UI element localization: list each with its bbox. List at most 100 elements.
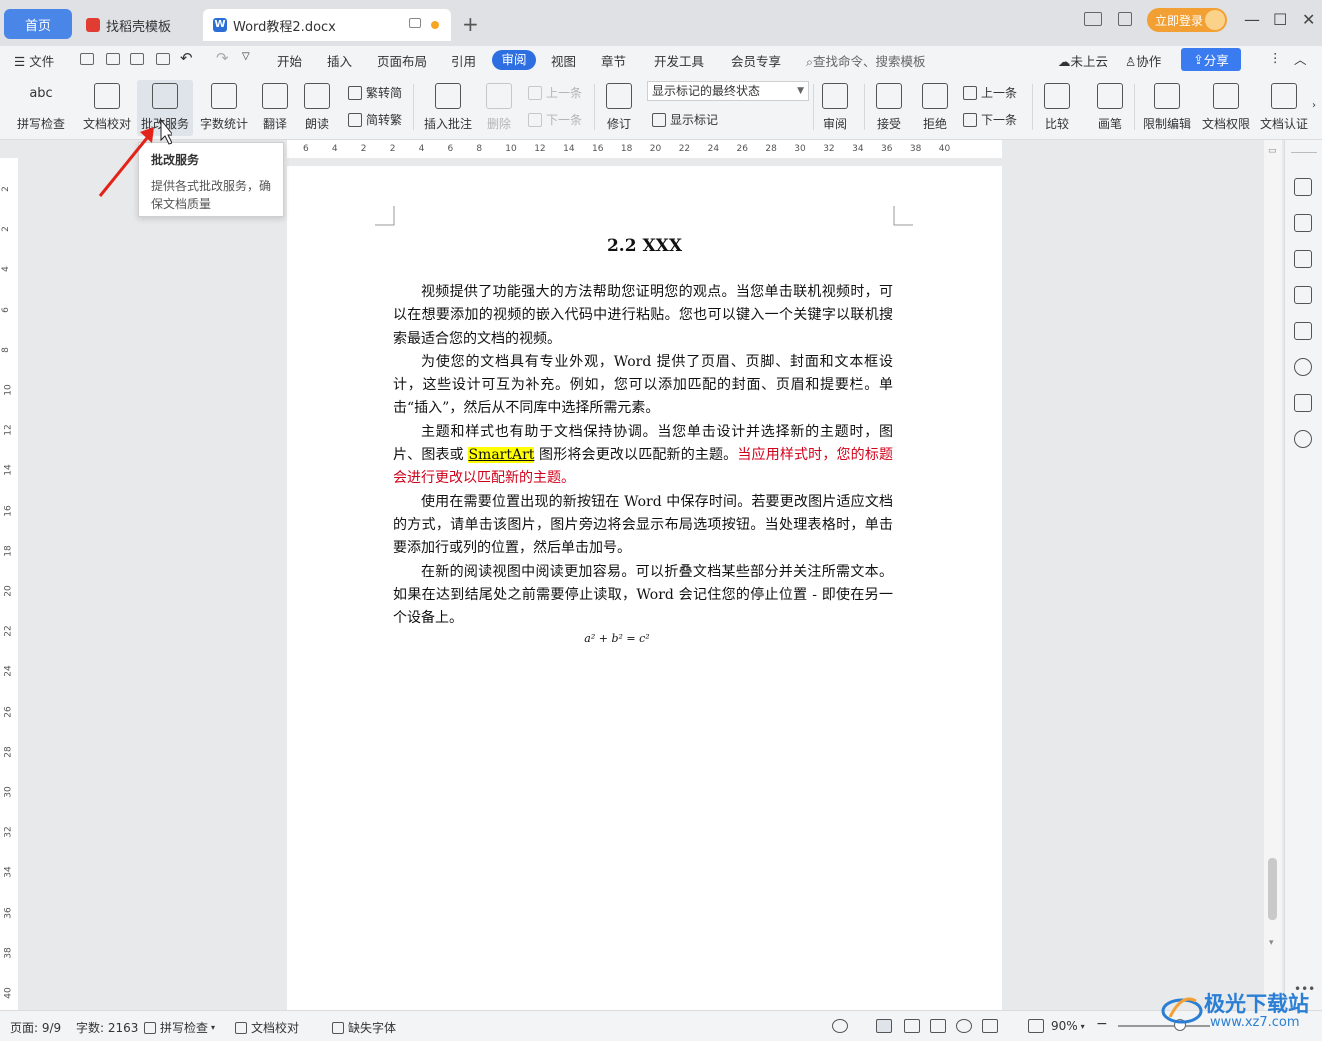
print-icon[interactable] <box>130 53 144 65</box>
export-pdf-icon[interactable] <box>106 53 120 65</box>
eye-protection-icon[interactable] <box>832 1019 848 1033</box>
zoom-out-button[interactable]: − <box>1096 1016 1108 1032</box>
reading-view-icon[interactable] <box>930 1019 946 1033</box>
doc-cert-button[interactable]: 文档认证 <box>1259 80 1309 136</box>
missing-font-indicator[interactable]: 缺失字体 <box>332 1019 396 1036</box>
command-search[interactable]: ⌕查找命令、搜索模板 <box>806 51 926 70</box>
new-tab-button[interactable]: + <box>462 12 479 36</box>
track-changes-button[interactable]: 修订 <box>600 80 638 136</box>
scroll-thumb[interactable] <box>1268 858 1277 920</box>
delete-comment-button[interactable]: 删除 <box>480 80 518 136</box>
trad-simp-label: 繁转简 <box>366 86 403 100</box>
ribbon-scroll-right-icon[interactable]: › <box>1312 100 1316 111</box>
grid-apps-icon[interactable] <box>1118 12 1132 26</box>
horizontal-ruler[interactable]: 6 4 2 2 4 6 8 10 12 14 16 18 20 22 24 26 28 30 32 34 36 38 40 <box>287 140 1002 158</box>
share-button[interactable]: ⇪ 分享 <box>1181 48 1241 71</box>
menu-developer[interactable]: 开发工具 <box>654 51 704 70</box>
vertical-scrollbar[interactable]: ▭ ▾ <box>1264 140 1282 1010</box>
pen-button[interactable]: 画笔 <box>1092 80 1128 136</box>
review-pane-button[interactable]: 审阅 <box>816 80 854 136</box>
maximize-icon[interactable]: ☐ <box>1273 10 1287 29</box>
redo-icon[interactable]: ↷ <box>216 49 229 67</box>
login-button[interactable]: 立即登录 <box>1147 8 1227 32</box>
avatar-icon <box>1205 10 1225 30</box>
status-spellcheck[interactable]: 拼写检查 ▾ <box>144 1019 215 1036</box>
monitor-icon[interactable] <box>409 18 421 28</box>
markup-state-select[interactable]: 显示标记的最终状态 ▼ <box>647 81 809 101</box>
book-icon[interactable] <box>1294 394 1312 412</box>
undo-icon[interactable]: ↶ <box>180 49 193 67</box>
prev-comment-label: 上一条 <box>546 86 583 100</box>
close-icon[interactable]: ✕ <box>1302 10 1315 29</box>
help-icon[interactable] <box>1294 430 1312 448</box>
menu-insert[interactable]: 插入 <box>327 51 352 70</box>
prev-comment-button[interactable]: 上一条 <box>528 84 582 101</box>
command-search-placeholder: 查找命令、搜索模板 <box>813 54 926 69</box>
translate-button[interactable]: 翻译 <box>256 80 294 136</box>
web-view-icon[interactable] <box>956 1019 972 1033</box>
simplified-to-traditional-button[interactable]: 简转繁 <box>348 111 402 128</box>
print-preview-icon[interactable] <box>156 53 170 65</box>
show-markup-button[interactable]: 显示标记 <box>652 111 718 128</box>
status-doc-proof-label: 文档校对 <box>251 1021 300 1035</box>
word-count-button[interactable]: 字数统计 <box>198 80 250 136</box>
image-tool-icon[interactable] <box>1294 322 1312 340</box>
rocket-icon[interactable] <box>1294 178 1312 196</box>
zoom-level-value: 90% <box>1051 1019 1078 1033</box>
collapse-ribbon-icon[interactable]: ︿ <box>1294 49 1307 68</box>
scroll-down-icon[interactable]: ▾ <box>1269 938 1274 948</box>
minimize-icon[interactable]: — <box>1244 10 1260 29</box>
file-menu[interactable]: ☰ 文件 <box>14 51 54 70</box>
prev-change-button[interactable]: 上一条 <box>963 84 1017 101</box>
compare-button[interactable]: 比较 <box>1038 80 1076 136</box>
ruler-tick-label: 24 <box>707 144 720 154</box>
pen-mode-icon[interactable] <box>982 1019 998 1033</box>
scroll-top-icon[interactable]: ▭ <box>1268 146 1277 156</box>
menu-view[interactable]: 视图 <box>551 51 576 70</box>
location-icon[interactable] <box>1294 358 1312 376</box>
document-page[interactable]: 2.2 XXX 视频提供了功能强大的方法帮助您证明您的观点。当您单击联机视频时，… <box>287 166 1002 1010</box>
status-doc-proof[interactable]: 文档校对 <box>235 1019 299 1036</box>
vertical-ruler[interactable]: 2 2 4 6 8 10 12 14 16 18 20 22 24 26 28 30 32 34 36 38 40 <box>0 158 18 1010</box>
menu-references[interactable]: 引用 <box>451 51 476 70</box>
margin-corner-mark <box>375 206 395 226</box>
tab-home[interactable]: 首页 <box>4 9 72 39</box>
tab-daoke-templates[interactable]: 找稻壳模板 <box>76 9 200 41</box>
insert-comment-button[interactable]: 插入批注 <box>422 80 474 136</box>
doc-permission-button[interactable]: 文档权限 <box>1200 80 1252 136</box>
sliders-icon[interactable] <box>1294 286 1312 304</box>
cursor-select-icon[interactable] <box>1294 250 1312 268</box>
menu-page-layout[interactable]: 页面布局 <box>377 51 427 70</box>
read-aloud-button[interactable]: 朗读 <box>300 80 334 136</box>
page-view-icon[interactable] <box>876 1019 892 1033</box>
chevron-down-icon: ▼ <box>797 86 804 96</box>
spellcheck-button[interactable]: abc 拼写检查 <box>10 80 72 136</box>
collaborate-button[interactable]: ♙协作 <box>1125 51 1161 70</box>
page-indicator[interactable]: 页面: 9/9 <box>10 1019 61 1036</box>
next-comment-button[interactable]: 下一条 <box>528 111 582 128</box>
traditional-to-simplified-button[interactable]: 繁转简 <box>348 84 402 101</box>
customize-chevron-icon[interactable]: ▽ <box>242 51 250 62</box>
accept-button[interactable]: 接受 <box>870 80 908 136</box>
tab-document[interactable]: W Word教程2.docx <box>203 9 451 41</box>
missing-font-label: 缺失字体 <box>348 1021 397 1035</box>
menu-review[interactable]: 审阅 <box>492 50 536 70</box>
layout-icon[interactable] <box>1084 12 1102 26</box>
next-change-button[interactable]: 下一条 <box>963 111 1017 128</box>
zoom-level[interactable]: 90% ▾ <box>1051 1019 1085 1033</box>
outline-view-icon[interactable] <box>904 1019 920 1033</box>
word-count-indicator[interactable]: 字数: 2163 <box>76 1019 138 1036</box>
reject-button[interactable]: 拒绝 <box>916 80 954 136</box>
menu-member[interactable]: 会员专享 <box>731 51 781 70</box>
menu-home[interactable]: 开始 <box>277 51 302 70</box>
save-icon[interactable] <box>80 53 94 65</box>
menu-chapter[interactable]: 章节 <box>601 51 626 70</box>
restrict-edit-button[interactable]: 限制编辑 <box>1140 80 1194 136</box>
next-comment-icon <box>528 112 542 127</box>
pen-edit-icon[interactable] <box>1294 214 1312 232</box>
spellcheck-icon: abc <box>29 86 53 101</box>
cloud-status[interactable]: ☁未上云 <box>1058 51 1108 70</box>
fit-page-icon[interactable] <box>1028 1019 1044 1033</box>
equation[interactable]: a² + b² = c² <box>287 632 947 645</box>
more-icon[interactable]: ⋮ <box>1269 50 1282 65</box>
